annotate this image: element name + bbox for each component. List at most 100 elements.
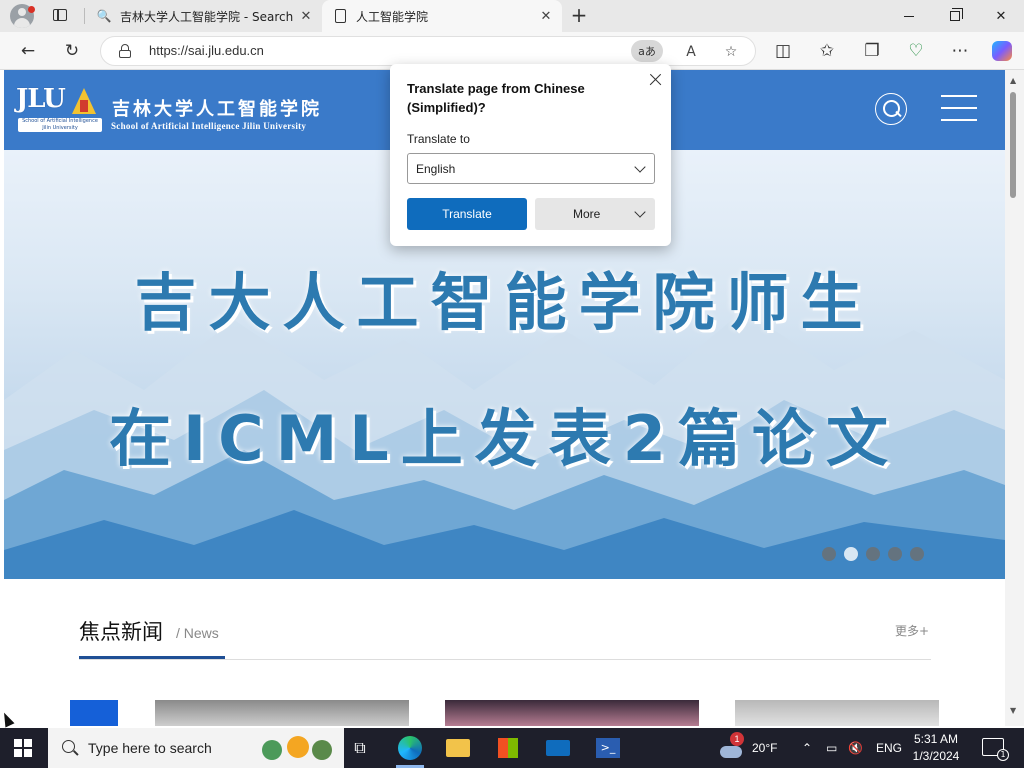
windows-taskbar: Type here to search ⧉ >_ 1 20°F ⌃ ▭ 🔇 EN… bbox=[0, 728, 1024, 768]
address-bar[interactable]: https://sai.jlu.edu.cn aあ A ☆ bbox=[100, 36, 756, 66]
refresh-icon: ↻ bbox=[64, 41, 80, 61]
carousel-dot[interactable] bbox=[866, 547, 880, 561]
chevron-down-icon bbox=[634, 206, 646, 218]
scroll-down-icon[interactable]: ▼ bbox=[1010, 706, 1016, 715]
translate-icon[interactable]: aあ bbox=[631, 40, 663, 62]
restore-icon bbox=[950, 8, 963, 21]
taskbar-search-box[interactable]: Type here to search bbox=[48, 728, 344, 768]
clock-time: 5:31 AM bbox=[913, 732, 959, 746]
news-thumbnail[interactable] bbox=[70, 700, 118, 726]
network-icon[interactable]: ▭ bbox=[826, 728, 837, 768]
url-text[interactable]: https://sai.jlu.edu.cn bbox=[149, 43, 264, 58]
favorite-star-icon[interactable]: ☆ bbox=[719, 41, 743, 63]
powershell-icon[interactable]: >_ bbox=[584, 728, 632, 768]
tab-separator bbox=[84, 8, 85, 24]
system-clock[interactable]: 5:31 AM 1/3/2024 bbox=[904, 731, 968, 765]
carousel-dot-active[interactable] bbox=[844, 547, 858, 561]
restore-button[interactable] bbox=[932, 0, 978, 32]
tab-label: 吉林大学人工智能学院 - Search bbox=[120, 9, 294, 24]
minimize-icon bbox=[904, 15, 914, 17]
hamburger-menu-icon[interactable] bbox=[941, 95, 979, 121]
translate-button[interactable]: Translate bbox=[407, 198, 527, 230]
close-window-button[interactable]: ✕ bbox=[978, 0, 1024, 32]
logo-small-text: School of Artificial Intelligence Jilin … bbox=[18, 118, 102, 132]
news-title: 焦点新闻 bbox=[79, 620, 163, 644]
popup-title: Translate page from Chinese (Simplified)… bbox=[407, 81, 585, 115]
carousel-dot[interactable] bbox=[910, 547, 924, 561]
refresh-button[interactable]: ↻ bbox=[58, 38, 86, 64]
page-icon bbox=[332, 8, 348, 24]
tab-strip: 🔍 吉林大学人工智能学院 - Search ✕ 人工智能学院 ✕ + ✕ bbox=[0, 0, 1024, 32]
scroll-up-icon[interactable]: ▲ bbox=[1010, 76, 1016, 85]
notification-count: 1 bbox=[997, 749, 1009, 761]
browser-essentials-icon[interactable]: ♡ bbox=[902, 38, 930, 64]
scrollbar-thumb[interactable] bbox=[1010, 92, 1016, 198]
carousel-dots bbox=[822, 547, 924, 561]
profile-notification-dot bbox=[28, 6, 35, 13]
news-thumbnail[interactable] bbox=[735, 700, 939, 726]
news-title-underline bbox=[79, 656, 225, 659]
search-icon: 🔍 bbox=[96, 9, 112, 23]
news-more-link[interactable]: 更多+ bbox=[895, 622, 929, 639]
more-button-label: More bbox=[573, 207, 601, 221]
volume-muted-icon[interactable]: 🔇 bbox=[848, 728, 863, 768]
banner-headline-line-2: 在ICML上发表2篇论文 bbox=[109, 402, 900, 475]
chevron-down-icon bbox=[634, 161, 646, 173]
weather-badge: 1 bbox=[730, 732, 744, 746]
edge-taskbar-icon[interactable] bbox=[386, 728, 434, 768]
site-search-icon[interactable] bbox=[875, 93, 907, 125]
news-section-header: 焦点新闻 / News 更多+ bbox=[79, 608, 931, 660]
weather-temperature: 20°F bbox=[752, 741, 778, 755]
back-arrow-icon: ← bbox=[20, 41, 36, 61]
jlu-logo[interactable]: JLU School of Artificial Intelligence Ji… bbox=[16, 84, 104, 134]
translate-to-label: Translate to bbox=[407, 132, 470, 146]
search-icon bbox=[62, 740, 75, 753]
page-scrollbar[interactable]: ▲ ▼ bbox=[1005, 70, 1024, 726]
tab-actions-icon[interactable] bbox=[50, 6, 72, 26]
tab-search[interactable]: 🔍 吉林大学人工智能学院 - Search ✕ bbox=[86, 0, 322, 32]
show-hidden-icons-icon[interactable]: ⌃ bbox=[802, 728, 812, 768]
target-language-select[interactable]: English bbox=[407, 153, 655, 184]
tab-label: 人工智能学院 bbox=[356, 9, 429, 24]
weather-widget[interactable]: 1 20°F bbox=[718, 728, 777, 768]
screen: 🔍 吉林大学人工智能学院 - Search ✕ 人工智能学院 ✕ + ✕ ← ↻… bbox=[0, 0, 1024, 768]
microsoft-store-icon[interactable] bbox=[484, 728, 532, 768]
mail-icon[interactable] bbox=[534, 728, 582, 768]
favorites-icon[interactable]: ✩ bbox=[813, 38, 841, 64]
collections-icon[interactable]: ❐ bbox=[858, 38, 886, 64]
taskbar-search-placeholder: Type here to search bbox=[88, 740, 212, 756]
split-screen-icon[interactable]: ◫ bbox=[769, 38, 797, 64]
logo-letters: JLU bbox=[16, 84, 66, 114]
file-explorer-icon[interactable] bbox=[434, 728, 482, 768]
logo-flame-icon bbox=[72, 88, 96, 114]
carousel-dot[interactable] bbox=[822, 547, 836, 561]
banner-headline-line-1: 吉大人工智能学院师生 bbox=[134, 266, 875, 339]
new-tab-button[interactable]: + bbox=[568, 5, 590, 27]
selected-language: English bbox=[416, 162, 456, 176]
news-thumbnail[interactable] bbox=[155, 700, 409, 726]
back-button[interactable]: ← bbox=[14, 38, 42, 64]
clock-date: 1/3/2024 bbox=[912, 749, 960, 763]
task-view-icon[interactable]: ⧉ bbox=[336, 728, 384, 768]
lock-icon[interactable] bbox=[119, 44, 131, 58]
news-thumbnail[interactable] bbox=[445, 700, 699, 726]
close-tab-button[interactable]: ✕ bbox=[296, 9, 316, 24]
close-popup-button[interactable] bbox=[645, 70, 665, 90]
site-name-chinese: 吉林大学人工智能学院 bbox=[112, 99, 322, 120]
translate-popup: Translate page from Chinese (Simplified)… bbox=[390, 64, 671, 246]
news-subtitle: / News bbox=[176, 625, 219, 641]
more-button[interactable]: More bbox=[535, 198, 655, 230]
site-name-english: School of Artificial Intelligence Jilin … bbox=[111, 121, 307, 131]
carousel-dot[interactable] bbox=[888, 547, 902, 561]
tab-active[interactable]: 人工智能学院 ✕ bbox=[322, 0, 562, 32]
close-tab-button[interactable]: ✕ bbox=[536, 9, 556, 24]
settings-more-icon[interactable]: ⋯ bbox=[946, 38, 974, 64]
read-aloud-icon[interactable]: A bbox=[679, 41, 703, 63]
minimize-button[interactable] bbox=[886, 0, 932, 32]
input-language[interactable]: ENG bbox=[876, 728, 902, 768]
search-highlight-icon bbox=[262, 736, 332, 760]
copilot-icon[interactable] bbox=[988, 38, 1016, 64]
notification-center-icon[interactable]: 1 bbox=[982, 738, 1009, 761]
weather-cloud-icon: 1 bbox=[718, 732, 744, 758]
windows-start-icon[interactable] bbox=[14, 739, 32, 757]
